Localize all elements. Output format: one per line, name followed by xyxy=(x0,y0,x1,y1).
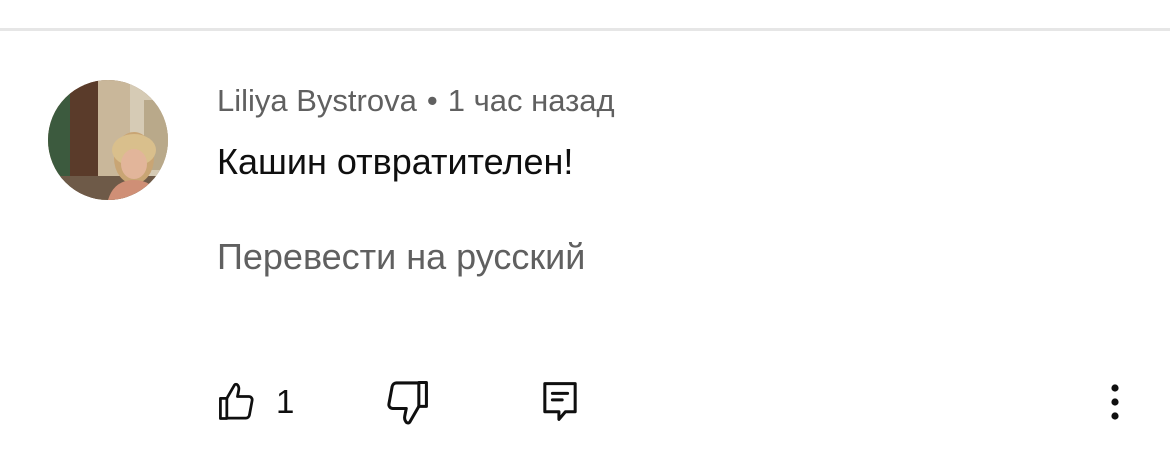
avatar-photo xyxy=(48,80,168,200)
like-button[interactable]: 1 xyxy=(214,376,294,428)
author-name[interactable]: Liliya Bystrova xyxy=(217,83,417,118)
comment-page: Liliya Bystrova • 1 час назад Кашин отврат… xyxy=(0,0,1170,465)
comment-meta: Liliya Bystrova • 1 час назад xyxy=(217,80,615,122)
reply-button[interactable] xyxy=(534,376,586,428)
thumb-up-icon xyxy=(214,380,258,424)
reply-comment-icon xyxy=(534,376,586,428)
more-vertical-icon xyxy=(1095,376,1135,428)
translate-link[interactable]: Перевести на русский xyxy=(217,233,585,281)
like-count: 1 xyxy=(276,383,295,420)
dislike-button[interactable] xyxy=(382,376,434,428)
thumb-down-icon xyxy=(382,376,434,428)
more-options-button[interactable] xyxy=(1095,376,1135,428)
comment-action-bar: 1 xyxy=(0,370,1170,434)
author-avatar[interactable] xyxy=(48,80,168,200)
top-divider xyxy=(0,28,1170,31)
comment-text: Кашин отвратителен! xyxy=(217,141,574,182)
comment-timestamp[interactable]: 1 час назад xyxy=(448,83,615,118)
meta-separator: • xyxy=(426,83,438,118)
